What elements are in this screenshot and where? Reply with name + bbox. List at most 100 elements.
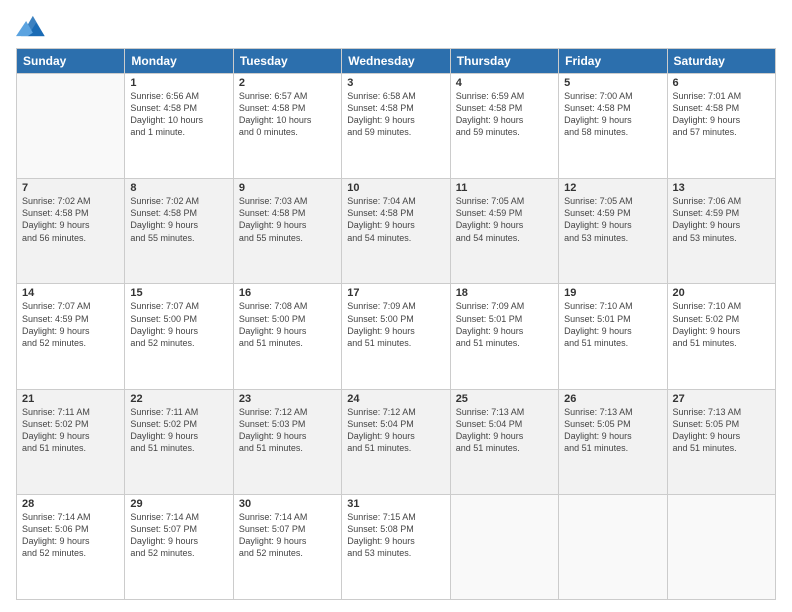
day-number: 9 — [239, 182, 336, 194]
day-info: Sunrise: 6:56 AM Sunset: 4:58 PM Dayligh… — [130, 90, 227, 139]
calendar-day-cell: 19Sunrise: 7:10 AM Sunset: 5:01 PM Dayli… — [559, 284, 667, 389]
day-info: Sunrise: 7:13 AM Sunset: 5:05 PM Dayligh… — [564, 406, 661, 455]
calendar-day-cell: 27Sunrise: 7:13 AM Sunset: 5:05 PM Dayli… — [667, 389, 775, 494]
day-number: 7 — [22, 182, 119, 194]
day-number: 4 — [456, 77, 553, 89]
calendar-day-cell: 23Sunrise: 7:12 AM Sunset: 5:03 PM Dayli… — [233, 389, 341, 494]
day-number: 16 — [239, 287, 336, 299]
day-info: Sunrise: 7:10 AM Sunset: 5:01 PM Dayligh… — [564, 300, 661, 349]
calendar-day-cell: 5Sunrise: 7:00 AM Sunset: 4:58 PM Daylig… — [559, 74, 667, 179]
calendar-week-row: 7Sunrise: 7:02 AM Sunset: 4:58 PM Daylig… — [17, 179, 776, 284]
calendar-day-cell: 3Sunrise: 6:58 AM Sunset: 4:58 PM Daylig… — [342, 74, 450, 179]
day-info: Sunrise: 7:11 AM Sunset: 5:02 PM Dayligh… — [130, 406, 227, 455]
day-info: Sunrise: 6:57 AM Sunset: 4:58 PM Dayligh… — [239, 90, 336, 139]
day-info: Sunrise: 7:09 AM Sunset: 5:01 PM Dayligh… — [456, 300, 553, 349]
day-info: Sunrise: 7:14 AM Sunset: 5:06 PM Dayligh… — [22, 511, 119, 560]
calendar-day-cell: 4Sunrise: 6:59 AM Sunset: 4:58 PM Daylig… — [450, 74, 558, 179]
day-info: Sunrise: 7:05 AM Sunset: 4:59 PM Dayligh… — [456, 195, 553, 244]
logo-icon — [16, 12, 48, 40]
calendar-day-cell: 25Sunrise: 7:13 AM Sunset: 5:04 PM Dayli… — [450, 389, 558, 494]
day-number: 17 — [347, 287, 444, 299]
calendar-day-cell: 30Sunrise: 7:14 AM Sunset: 5:07 PM Dayli… — [233, 494, 341, 599]
calendar-day-cell — [559, 494, 667, 599]
calendar-day-cell: 2Sunrise: 6:57 AM Sunset: 4:58 PM Daylig… — [233, 74, 341, 179]
day-number: 3 — [347, 77, 444, 89]
day-info: Sunrise: 7:03 AM Sunset: 4:58 PM Dayligh… — [239, 195, 336, 244]
calendar-day-cell — [17, 74, 125, 179]
calendar-day-cell: 14Sunrise: 7:07 AM Sunset: 4:59 PM Dayli… — [17, 284, 125, 389]
day-number: 12 — [564, 182, 661, 194]
day-info: Sunrise: 7:09 AM Sunset: 5:00 PM Dayligh… — [347, 300, 444, 349]
logo — [16, 12, 52, 40]
day-number: 31 — [347, 498, 444, 510]
calendar-table: SundayMondayTuesdayWednesdayThursdayFrid… — [16, 48, 776, 600]
day-number: 29 — [130, 498, 227, 510]
day-info: Sunrise: 6:59 AM Sunset: 4:58 PM Dayligh… — [456, 90, 553, 139]
day-info: Sunrise: 7:05 AM Sunset: 4:59 PM Dayligh… — [564, 195, 661, 244]
calendar-day-cell: 8Sunrise: 7:02 AM Sunset: 4:58 PM Daylig… — [125, 179, 233, 284]
day-info: Sunrise: 7:13 AM Sunset: 5:05 PM Dayligh… — [673, 406, 770, 455]
day-number: 15 — [130, 287, 227, 299]
day-info: Sunrise: 7:12 AM Sunset: 5:03 PM Dayligh… — [239, 406, 336, 455]
day-number: 25 — [456, 393, 553, 405]
day-number: 24 — [347, 393, 444, 405]
day-info: Sunrise: 7:02 AM Sunset: 4:58 PM Dayligh… — [22, 195, 119, 244]
day-info: Sunrise: 7:12 AM Sunset: 5:04 PM Dayligh… — [347, 406, 444, 455]
day-info: Sunrise: 7:13 AM Sunset: 5:04 PM Dayligh… — [456, 406, 553, 455]
calendar-day-cell: 17Sunrise: 7:09 AM Sunset: 5:00 PM Dayli… — [342, 284, 450, 389]
page-header — [16, 12, 776, 40]
day-number: 23 — [239, 393, 336, 405]
day-info: Sunrise: 7:14 AM Sunset: 5:07 PM Dayligh… — [130, 511, 227, 560]
calendar-day-cell: 16Sunrise: 7:08 AM Sunset: 5:00 PM Dayli… — [233, 284, 341, 389]
calendar-day-header: Friday — [559, 49, 667, 74]
day-number: 26 — [564, 393, 661, 405]
day-info: Sunrise: 7:04 AM Sunset: 4:58 PM Dayligh… — [347, 195, 444, 244]
calendar-day-header: Sunday — [17, 49, 125, 74]
day-number: 1 — [130, 77, 227, 89]
day-number: 11 — [456, 182, 553, 194]
calendar-day-cell: 7Sunrise: 7:02 AM Sunset: 4:58 PM Daylig… — [17, 179, 125, 284]
day-info: Sunrise: 7:02 AM Sunset: 4:58 PM Dayligh… — [130, 195, 227, 244]
calendar-day-cell: 11Sunrise: 7:05 AM Sunset: 4:59 PM Dayli… — [450, 179, 558, 284]
day-info: Sunrise: 7:10 AM Sunset: 5:02 PM Dayligh… — [673, 300, 770, 349]
day-number: 6 — [673, 77, 770, 89]
day-number: 19 — [564, 287, 661, 299]
calendar-day-cell: 9Sunrise: 7:03 AM Sunset: 4:58 PM Daylig… — [233, 179, 341, 284]
day-number: 28 — [22, 498, 119, 510]
day-number: 8 — [130, 182, 227, 194]
day-info: Sunrise: 7:01 AM Sunset: 4:58 PM Dayligh… — [673, 90, 770, 139]
day-number: 30 — [239, 498, 336, 510]
calendar-day-cell: 29Sunrise: 7:14 AM Sunset: 5:07 PM Dayli… — [125, 494, 233, 599]
calendar-day-header: Wednesday — [342, 49, 450, 74]
day-info: Sunrise: 7:06 AM Sunset: 4:59 PM Dayligh… — [673, 195, 770, 244]
day-info: Sunrise: 7:14 AM Sunset: 5:07 PM Dayligh… — [239, 511, 336, 560]
day-number: 22 — [130, 393, 227, 405]
calendar-day-cell: 18Sunrise: 7:09 AM Sunset: 5:01 PM Dayli… — [450, 284, 558, 389]
calendar-day-cell: 13Sunrise: 7:06 AM Sunset: 4:59 PM Dayli… — [667, 179, 775, 284]
calendar-day-cell: 1Sunrise: 6:56 AM Sunset: 4:58 PM Daylig… — [125, 74, 233, 179]
calendar-day-header: Monday — [125, 49, 233, 74]
day-info: Sunrise: 7:08 AM Sunset: 5:00 PM Dayligh… — [239, 300, 336, 349]
day-info: Sunrise: 6:58 AM Sunset: 4:58 PM Dayligh… — [347, 90, 444, 139]
calendar-day-cell: 20Sunrise: 7:10 AM Sunset: 5:02 PM Dayli… — [667, 284, 775, 389]
calendar-day-cell — [450, 494, 558, 599]
day-number: 20 — [673, 287, 770, 299]
calendar-week-row: 28Sunrise: 7:14 AM Sunset: 5:06 PM Dayli… — [17, 494, 776, 599]
calendar-day-cell: 15Sunrise: 7:07 AM Sunset: 5:00 PM Dayli… — [125, 284, 233, 389]
day-number: 18 — [456, 287, 553, 299]
calendar-day-cell: 31Sunrise: 7:15 AM Sunset: 5:08 PM Dayli… — [342, 494, 450, 599]
calendar-week-row: 21 Sunrise: 7:11 AM Sunset: 5:02 PM Dayli… — [17, 389, 776, 494]
calendar-day-cell: 12Sunrise: 7:05 AM Sunset: 4:59 PM Dayli… — [559, 179, 667, 284]
calendar-day-cell: 24Sunrise: 7:12 AM Sunset: 5:04 PM Dayli… — [342, 389, 450, 494]
calendar-day-cell: 10Sunrise: 7:04 AM Sunset: 4:58 PM Dayli… — [342, 179, 450, 284]
day-info: Sunrise: 7:07 AM Sunset: 4:59 PM Dayligh… — [22, 300, 119, 349]
day-number: 13 — [673, 182, 770, 194]
day-number: 27 — [673, 393, 770, 405]
calendar-header-row: SundayMondayTuesdayWednesdayThursdayFrid… — [17, 49, 776, 74]
calendar-day-cell: 28Sunrise: 7:14 AM Sunset: 5:06 PM Dayli… — [17, 494, 125, 599]
calendar-day-cell: 26Sunrise: 7:13 AM Sunset: 5:05 PM Dayli… — [559, 389, 667, 494]
day-info: Sunrise: 7:00 AM Sunset: 4:58 PM Dayligh… — [564, 90, 661, 139]
day-info: Sunrise: 7:15 AM Sunset: 5:08 PM Dayligh… — [347, 511, 444, 560]
calendar-day-cell: 21Sunrise: 7:11 AM Sunset: 5:02 PM Dayli… — [17, 389, 125, 494]
day-number: 21 — [22, 393, 119, 405]
